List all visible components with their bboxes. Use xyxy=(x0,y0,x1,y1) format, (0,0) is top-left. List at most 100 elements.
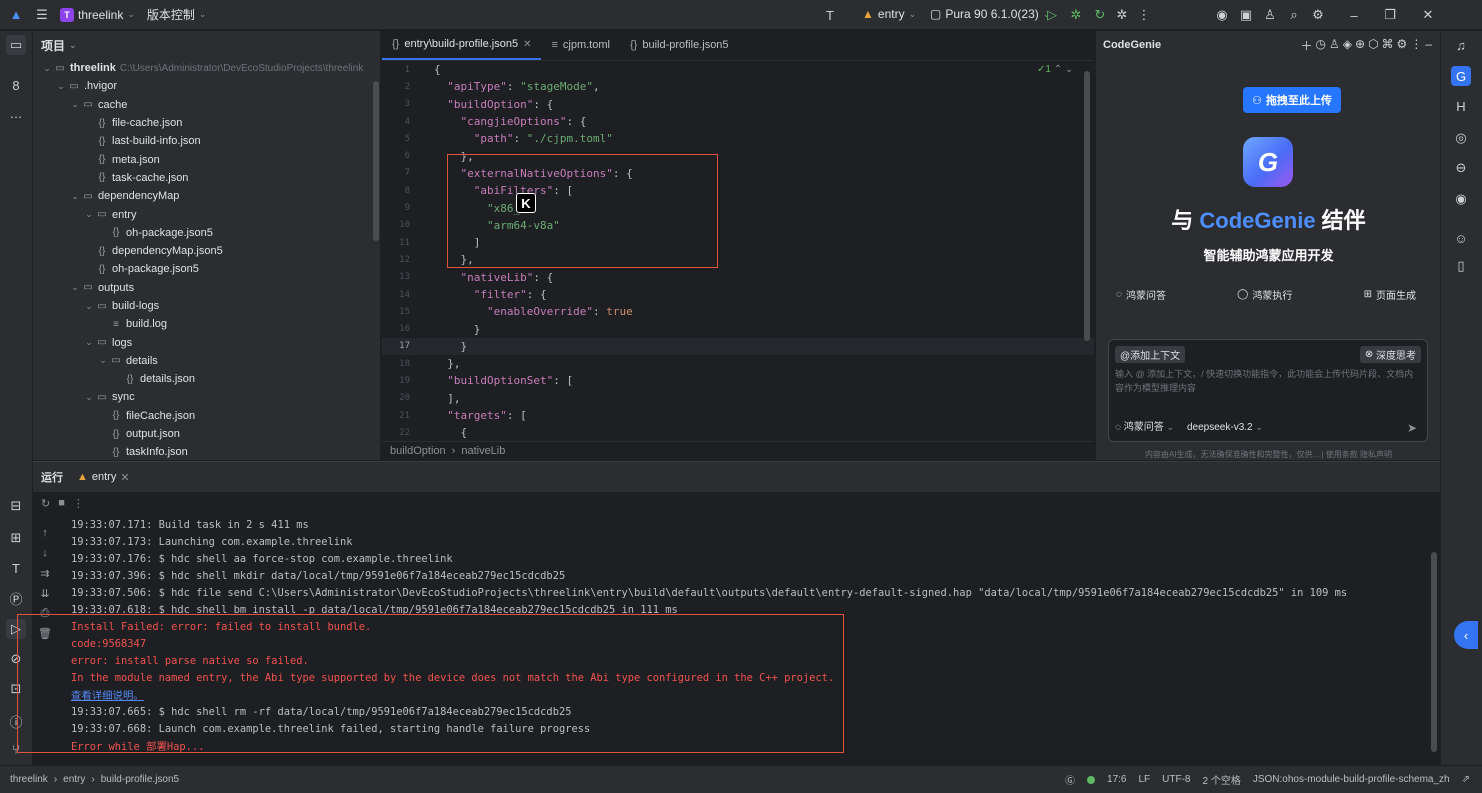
tree-item[interactable]: {} output.json xyxy=(33,425,380,443)
share-icon[interactable]: ⌘ xyxy=(1382,37,1394,54)
run-icon[interactable]: ▷ xyxy=(1042,5,1062,25)
soft-wrap-icon[interactable]: ⇉ xyxy=(36,564,54,582)
emoji-icon[interactable]: ☺ xyxy=(1451,228,1471,248)
tree-item[interactable]: ⌄ ▭ build-logs xyxy=(33,297,380,315)
code-line[interactable]: 7 "externalNativeOptions": { xyxy=(382,165,1094,182)
stop-icon[interactable]: ■ xyxy=(58,497,65,509)
qa-action[interactable]: ◌ 鸿蒙问答 xyxy=(1116,287,1166,302)
text-tool-icon[interactable]: T xyxy=(820,5,840,25)
tree-item[interactable]: ⌄ ▭ details xyxy=(33,352,380,370)
more-tools-icon[interactable]: … xyxy=(6,103,26,123)
share-icon[interactable]: ⇗ xyxy=(1462,774,1470,785)
json-schema[interactable]: JSON:ohos-module-build-profile-schema_zh xyxy=(1253,774,1450,785)
project-switcher[interactable]: T threelink ⌄ xyxy=(60,7,135,22)
code-line[interactable]: 18 }, xyxy=(382,355,1094,372)
code-line[interactable]: 20 ], xyxy=(382,390,1094,407)
page-gen-action[interactable]: ⊞ 页面生成 xyxy=(1364,287,1416,302)
tree-item[interactable]: ⌄ ▭ cache xyxy=(33,96,380,114)
terminal-layout-icon[interactable]: ⊞ xyxy=(6,528,26,548)
tree-item[interactable]: {} last-build-info.json xyxy=(33,132,380,150)
notifications-icon[interactable]: ♫ xyxy=(1451,35,1471,55)
clear-icon[interactable]: 🗑 xyxy=(36,624,54,642)
debug-icon[interactable]: ✲ xyxy=(1066,5,1086,25)
project-tool-icon[interactable]: ▭ xyxy=(6,35,26,55)
search-icon[interactable]: ⌕ xyxy=(1284,5,1304,25)
upload-button[interactable]: ⚇ 拖拽至此上传 xyxy=(1243,87,1341,113)
device-selector[interactable]: ▢ Pura 90 6.1.0(23) ⌄ xyxy=(930,7,1050,21)
code-line[interactable]: 10 "arm64-v8a" xyxy=(382,217,1094,234)
codegenie-status-icon[interactable]: Ⓖ xyxy=(1065,772,1075,787)
indent-setting[interactable]: 2 个空格 xyxy=(1203,772,1241,787)
tree-item[interactable]: {} fileCache.json xyxy=(33,407,380,425)
profiler-icon[interactable]: ✲ xyxy=(1112,5,1132,25)
chevron-down-icon[interactable]: ⌄ xyxy=(69,191,81,202)
code-line[interactable]: 1{ xyxy=(382,61,1094,78)
breadcrumb-item[interactable]: buildOption xyxy=(390,445,446,457)
code-line[interactable]: 9 "x86_ xyxy=(382,199,1094,216)
tree-item[interactable]: ⌄ ▭ logs xyxy=(33,333,380,351)
add-context-button[interactable]: @添加上下文 xyxy=(1115,346,1186,363)
cursor-position[interactable]: 17:6 xyxy=(1107,774,1126,785)
status-crumb[interactable]: threelink xyxy=(10,774,48,785)
genie-settings-icon[interactable]: ⚙ xyxy=(1397,37,1408,54)
status-crumb[interactable]: entry xyxy=(63,774,85,785)
chevron-down-icon[interactable]: ⌄ xyxy=(83,209,95,220)
codegenie-tool-icon[interactable]: G xyxy=(1451,66,1471,86)
code-line[interactable]: 22 { xyxy=(382,424,1094,441)
run-more-icon[interactable]: ⋮ xyxy=(73,497,84,510)
vcs-menu[interactable]: 版本控制 ⌄ xyxy=(147,6,207,23)
code-line[interactable]: 8 "abiFilters": [ xyxy=(382,182,1094,199)
details-link[interactable]: 查看详细说明。 xyxy=(71,686,1431,703)
model-selector[interactable]: deepseek-v3.2 ⌄ xyxy=(1187,422,1263,433)
chevron-down-icon[interactable]: ⌄ xyxy=(69,282,81,293)
chevron-down-icon[interactable]: ⌄ xyxy=(83,301,95,312)
code-line[interactable]: 19 "buildOptionSet": [ xyxy=(382,372,1094,389)
structure-icon[interactable]: 8 xyxy=(6,75,26,95)
inspection-widget[interactable]: ✓1 ⌃ ⌄ xyxy=(1037,64,1073,75)
genie-input-box[interactable]: @添加上下文 ⊗ 深度思考 输入 @ 添加上下文，/ 快速切换功能指令，此功能会… xyxy=(1108,339,1428,442)
knowledge-icon[interactable]: ◈ xyxy=(1343,37,1352,54)
console-scrollbar[interactable] xyxy=(1431,552,1437,752)
history-icon[interactable]: ◷ xyxy=(1316,37,1326,54)
restore-icon[interactable]: ❐ xyxy=(1380,5,1400,25)
send-icon[interactable]: ➤ xyxy=(1407,421,1417,435)
ai-assistant-icon[interactable]: ◉ xyxy=(1212,5,1232,25)
code-line[interactable]: 4 "cangjieOptions": { xyxy=(382,113,1094,130)
print-icon[interactable]: ⎙ xyxy=(36,604,54,622)
close-tab-icon[interactable]: ✕ xyxy=(523,39,531,50)
code-line[interactable]: 16 } xyxy=(382,320,1094,337)
git-icon[interactable]: ⑂ xyxy=(6,739,26,759)
code-line[interactable]: 11 ] xyxy=(382,234,1094,251)
code-line[interactable]: 12 }, xyxy=(382,251,1094,268)
chevron-down-icon[interactable]: ⌄ xyxy=(41,63,53,74)
code-line[interactable]: 2 "apiType": "stageMode", xyxy=(382,78,1094,95)
scroll-up-icon[interactable]: ↑ xyxy=(36,524,54,542)
tree-item[interactable]: {} oh-package.json5 xyxy=(33,260,380,278)
code-line[interactable]: 15 "enableOverride": true xyxy=(382,303,1094,320)
text-icon[interactable]: T xyxy=(6,558,26,578)
chevron-down-icon[interactable]: ⌄ xyxy=(69,99,81,110)
tree-item[interactable]: {} details.json xyxy=(33,370,380,388)
tree-item[interactable]: {} taskInfo.json xyxy=(33,443,380,460)
new-chat-icon[interactable]: ＋ xyxy=(1301,37,1313,54)
project-panel-header[interactable]: 项目 ⌄ xyxy=(33,31,380,59)
run-tab-entry[interactable]: ▲ entry ✕ xyxy=(77,471,130,484)
editor-tab[interactable]: {} entry\build-profile.json5 ✕ xyxy=(382,30,542,60)
mode-selector[interactable]: ◌ 鸿蒙问答 ⌄ xyxy=(1115,418,1174,433)
phone-icon[interactable]: ▯ xyxy=(1451,256,1471,276)
code-line[interactable]: 3 "buildOption": { xyxy=(382,96,1094,113)
code-line[interactable]: 14 "filter": { xyxy=(382,286,1094,303)
tree-item[interactable]: ⌄ ▭ sync xyxy=(33,388,380,406)
code-line[interactable]: 17 } xyxy=(382,337,1094,356)
hot-reload-icon[interactable]: ↻ xyxy=(1090,5,1110,25)
build-icon[interactable]: ⊘ xyxy=(6,649,26,669)
exec-action[interactable]: ◯ 鸿蒙执行 xyxy=(1237,287,1292,302)
terminal-icon[interactable]: ⊡ xyxy=(6,679,26,699)
editor-tab[interactable]: ≡ cjpm.toml xyxy=(541,30,619,60)
breadcrumb-item[interactable]: nativeLib xyxy=(461,445,505,457)
account-icon[interactable]: ♙ xyxy=(1260,5,1280,25)
tree-item[interactable]: ⌄ ▭ dependencyMap xyxy=(33,187,380,205)
tree-item[interactable]: ⌄ ▭ .hvigor xyxy=(33,77,380,95)
tree-item[interactable]: ⌄ ▭ threelink C:\Users\Administrator\DevEco… xyxy=(33,59,380,77)
agent-icon[interactable]: ♙ xyxy=(1329,37,1340,54)
